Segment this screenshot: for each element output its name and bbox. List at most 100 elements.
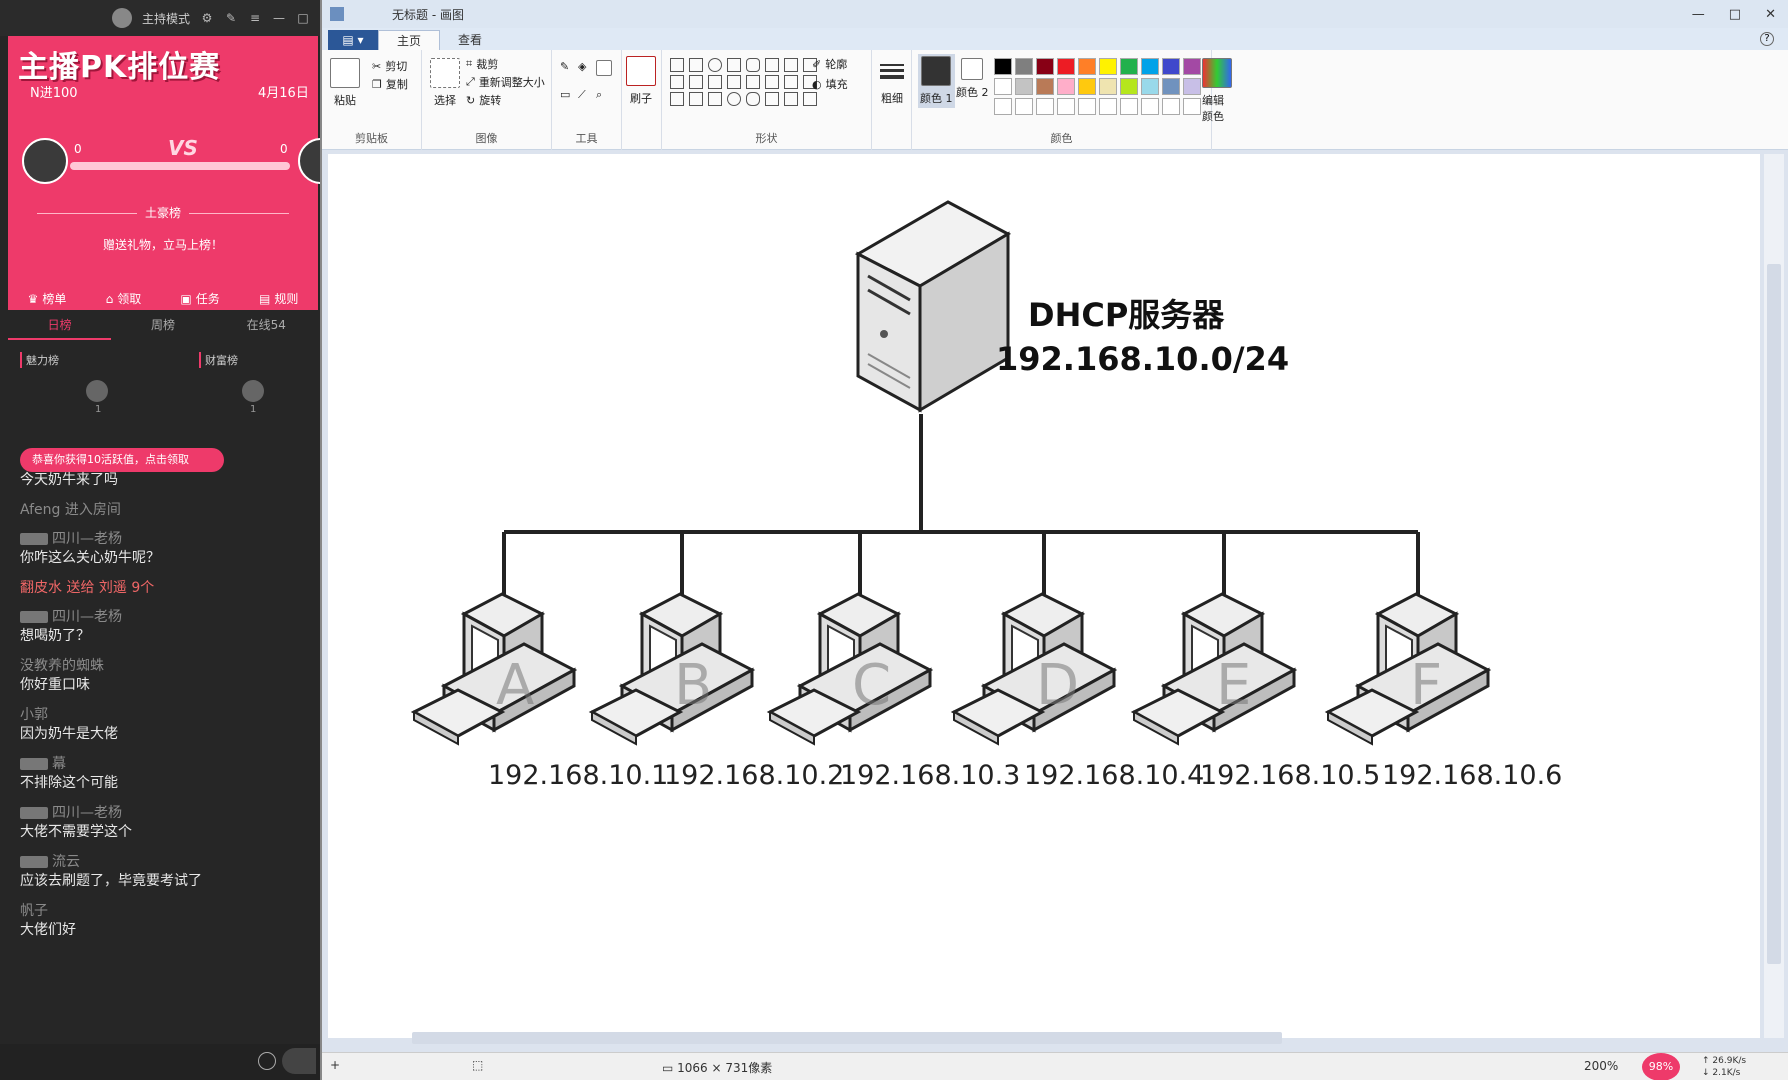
arrow-down-shape-icon[interactable] bbox=[784, 75, 798, 89]
palette-swatch[interactable] bbox=[1015, 98, 1033, 115]
arrow-left-shape-icon[interactable] bbox=[746, 75, 760, 89]
palette-swatch[interactable] bbox=[994, 78, 1012, 95]
nav-tasks[interactable]: ▣ 任务 bbox=[180, 290, 219, 307]
brush-button[interactable]: 刷子 bbox=[626, 56, 656, 106]
palette-swatch[interactable] bbox=[1036, 78, 1054, 95]
emoji-icon[interactable] bbox=[258, 1052, 276, 1070]
palette-swatch[interactable] bbox=[994, 58, 1012, 75]
chat-username[interactable]: 没教养的蜘蛛 bbox=[20, 657, 310, 675]
nav-rules[interactable]: ▤ 规则 bbox=[259, 290, 298, 307]
palette-swatch[interactable] bbox=[1078, 58, 1096, 75]
palette-swatch[interactable] bbox=[1183, 78, 1201, 95]
chat-username[interactable]: 四川—老杨 bbox=[20, 804, 310, 822]
minimize-icon[interactable]: — bbox=[272, 11, 286, 25]
color2-button[interactable]: 颜色 2 bbox=[956, 58, 989, 100]
palette-swatch[interactable] bbox=[1141, 98, 1159, 115]
text-tool[interactable] bbox=[596, 60, 612, 76]
arrow-right-shape-icon[interactable] bbox=[727, 75, 741, 89]
color1-button[interactable]: 颜色 1 bbox=[918, 54, 955, 108]
paste-button[interactable]: 粘贴 bbox=[330, 58, 360, 108]
paint-app-icon[interactable] bbox=[330, 7, 344, 21]
palette-swatch[interactable] bbox=[1057, 58, 1075, 75]
star6-shape-icon[interactable] bbox=[689, 92, 703, 106]
nav-ranking[interactable]: ♛ 榜单 bbox=[28, 290, 67, 307]
chat-username[interactable]: 幕 bbox=[20, 755, 310, 773]
oval-shape-icon[interactable] bbox=[708, 58, 722, 72]
resize-button[interactable]: ⤢ 重新调整大小 bbox=[466, 74, 545, 90]
claim-reward-button[interactable]: 恭喜你获得10活跃值，点击领取 bbox=[20, 448, 224, 472]
minimize-icon[interactable]: — bbox=[1692, 7, 1705, 22]
shapes-gallery[interactable] bbox=[670, 58, 819, 106]
palette-swatch[interactable] bbox=[1057, 78, 1075, 95]
palette-swatch[interactable] bbox=[1120, 98, 1138, 115]
color-palette[interactable] bbox=[994, 58, 1201, 115]
palette-swatch[interactable] bbox=[1141, 78, 1159, 95]
vertical-scroll-thumb[interactable] bbox=[1767, 264, 1781, 964]
curve-shape-icon[interactable] bbox=[689, 58, 703, 72]
tab-charm[interactable]: 魅力榜 bbox=[20, 352, 59, 368]
cut-button[interactable]: ✂ 剪切 bbox=[372, 58, 407, 74]
callout-oval-shape-icon[interactable] bbox=[727, 92, 741, 106]
palette-swatch[interactable] bbox=[1015, 78, 1033, 95]
line-shape-icon[interactable] bbox=[670, 58, 684, 72]
maximize-icon[interactable]: □ bbox=[296, 11, 310, 25]
chat-username[interactable]: 翻皮水 送给 刘遥 9个 bbox=[20, 579, 310, 597]
edit-colors-button[interactable]: 编辑颜色 bbox=[1202, 58, 1232, 124]
zoom-level[interactable]: 200% bbox=[1584, 1059, 1618, 1073]
palette-swatch[interactable] bbox=[1036, 58, 1054, 75]
chat-username[interactable]: 流云 bbox=[20, 853, 310, 871]
chat-username[interactable]: 帆子 bbox=[20, 902, 310, 920]
color-picker-tool[interactable]: ⟋ bbox=[578, 88, 586, 102]
heart-shape-icon[interactable] bbox=[765, 92, 779, 106]
magnifier-tool[interactable]: ⌕ bbox=[596, 88, 602, 102]
select-button[interactable]: 选择 bbox=[430, 58, 460, 108]
callout-rect-shape-icon[interactable] bbox=[708, 92, 722, 106]
fill-tool[interactable]: ◈ bbox=[578, 60, 586, 73]
copy-button[interactable]: ❐ 复制 bbox=[372, 76, 408, 92]
palette-swatch[interactable] bbox=[1120, 78, 1138, 95]
rect-shape-icon[interactable] bbox=[727, 58, 741, 72]
triangle-shape-icon[interactable] bbox=[784, 58, 798, 72]
rank-avatar[interactable] bbox=[86, 380, 108, 402]
polygon-shape-icon[interactable] bbox=[765, 58, 779, 72]
palette-swatch[interactable] bbox=[1120, 58, 1138, 75]
close-icon[interactable]: ✕ bbox=[1765, 7, 1776, 22]
chat-input[interactable] bbox=[282, 1048, 316, 1074]
chat-username[interactable]: 小郭 bbox=[20, 706, 310, 724]
horizontal-scrollbar[interactable] bbox=[412, 1032, 1282, 1044]
chat-username[interactable]: 四川—老杨 bbox=[20, 530, 310, 548]
tab-weekly[interactable]: 周榜 bbox=[111, 312, 214, 340]
lightning-shape-icon[interactable] bbox=[784, 92, 798, 106]
hexagon-shape-icon[interactable] bbox=[708, 75, 722, 89]
palette-swatch[interactable] bbox=[1099, 98, 1117, 115]
menu-icon[interactable]: ≡ bbox=[248, 11, 262, 25]
nav-claim[interactable]: ⌂ 领取 bbox=[106, 290, 142, 307]
host-mode-label[interactable]: 主持模式 bbox=[142, 10, 190, 27]
tab-wealth[interactable]: 财富榜 bbox=[199, 352, 238, 368]
palette-swatch[interactable] bbox=[1099, 78, 1117, 95]
shapes-more-icon[interactable] bbox=[803, 92, 817, 106]
palette-swatch[interactable] bbox=[1015, 58, 1033, 75]
arrow-up-shape-icon[interactable] bbox=[765, 75, 779, 89]
rank-avatar[interactable] bbox=[242, 380, 264, 402]
rounded-rect-shape-icon[interactable] bbox=[746, 58, 760, 72]
tab-daily[interactable]: 日榜 bbox=[8, 312, 112, 340]
palette-swatch[interactable] bbox=[1183, 58, 1201, 75]
diamond-shape-icon[interactable] bbox=[670, 75, 684, 89]
chat-username[interactable]: Afeng 进入房间 bbox=[20, 501, 310, 519]
palette-swatch[interactable] bbox=[1183, 98, 1201, 115]
rotate-button[interactable]: ↻ 旋转 bbox=[466, 92, 501, 108]
pencil-tool[interactable]: ✎ bbox=[560, 60, 569, 73]
tab-online[interactable]: 在线54 bbox=[215, 312, 318, 340]
gift-prompt[interactable]: 赠送礼物，立马上榜！ bbox=[8, 236, 318, 253]
eraser-tool[interactable]: ▭ bbox=[560, 88, 570, 101]
palette-swatch[interactable] bbox=[994, 98, 1012, 115]
pk-left-avatar[interactable] bbox=[22, 138, 68, 184]
chat-username[interactable]: 四川—老杨 bbox=[20, 608, 310, 626]
crop-button[interactable]: ⌗ 裁剪 bbox=[466, 56, 498, 72]
pentagon-shape-icon[interactable] bbox=[689, 75, 703, 89]
palette-swatch[interactable] bbox=[1099, 58, 1117, 75]
edit-icon[interactable]: ✎ bbox=[224, 11, 238, 25]
outline-button[interactable]: ✐ 轮廓 bbox=[812, 56, 847, 72]
drawing-canvas[interactable]: DHCP服务器 192.168.10.0/24 A 192.168.10.1 B 19… bbox=[328, 154, 1760, 1038]
